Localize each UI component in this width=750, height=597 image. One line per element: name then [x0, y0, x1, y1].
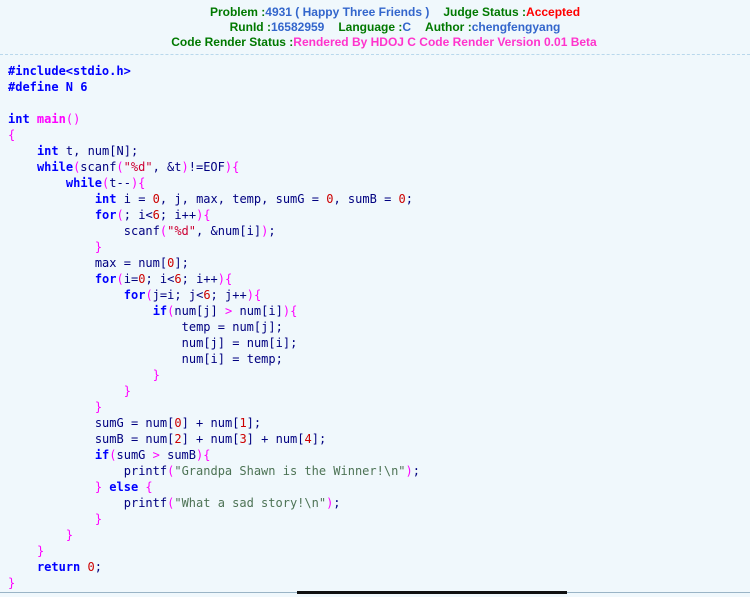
code-line: int i = 0, j, max, temp, sumG = 0, sumB …	[94, 192, 413, 206]
code-line: }	[94, 240, 103, 254]
submission-header: Problem :4931 ( Happy Three Friends ) Jud…	[0, 0, 750, 55]
judge-status-label: Judge Status :	[443, 5, 527, 19]
language-value: C	[402, 20, 412, 34]
code-line: if(num[j] > num[i]){	[152, 304, 298, 318]
code-line: int main()	[8, 112, 81, 126]
runid-value: 16582959	[270, 20, 325, 34]
code-render-status-label: Code Render Status :	[171, 35, 294, 49]
code-line: for(; i<6; i++){	[94, 208, 211, 222]
code-line: sumB = num[2] + num[3] + num[4];	[94, 432, 327, 446]
code-line: }	[8, 576, 16, 590]
code-line: printf("Grandpa Shawn is the Winner!\n")…	[123, 464, 420, 478]
code-line: sumG = num[0] + num[1];	[94, 416, 262, 430]
code-line: #define N 6	[8, 80, 88, 94]
submission-header-line-problem: Problem :4931 ( Happy Three Friends ) Jud…	[0, 5, 750, 20]
problem-label: Problem :	[209, 5, 266, 19]
code-line: return 0;	[36, 560, 102, 574]
code-line: for(i=0; i<6; i++){	[94, 272, 233, 286]
code-line: while(t--){	[65, 176, 146, 190]
submission-header-line-meta: RunId :16582959 Language :C Author :chengf…	[0, 20, 750, 35]
code-line: }	[123, 384, 131, 398]
code-line: scanf("%d", &num[i]);	[123, 224, 276, 238]
code-line: {	[8, 128, 16, 142]
code-line: int t, num[N];	[36, 144, 139, 158]
code-line: #include<stdio.h>	[8, 64, 131, 78]
runid-label: RunId :	[229, 20, 271, 34]
author-field: Author :chengfengyang	[425, 20, 560, 34]
language-label: Language :	[338, 20, 403, 34]
problem-value[interactable]: 4931 ( Happy Three Friends )	[265, 5, 429, 19]
source-code-block: #include<stdio.h> #define N 6 int main() {…	[0, 55, 750, 591]
code-line: }	[152, 368, 160, 382]
submission-header-line-render: Code Render Status :Rendered By HDOJ C C…	[0, 35, 750, 50]
author-label: Author :	[425, 20, 472, 34]
author-value[interactable]: chengfengyang	[472, 20, 561, 34]
code-line: }	[94, 400, 103, 414]
code-render-status-field: Code Render Status :Rendered By HDOJ C C…	[171, 35, 596, 49]
runid-field: RunId :16582959	[230, 20, 325, 34]
code-line: max = num[0];	[94, 256, 189, 270]
code-line: for(j=i; j<6; j++){	[123, 288, 262, 302]
horizontal-scrollbar-thumb[interactable]	[297, 591, 567, 594]
judge-status-value: Accepted	[526, 5, 581, 19]
code-line: num[j] = num[i];	[181, 336, 298, 350]
code-line: } else {	[94, 480, 153, 494]
code-line: }	[94, 512, 103, 526]
code-render-status-value: Rendered By HDOJ C Code Render Version 0…	[293, 35, 597, 49]
judge-status-field: Judge Status :Accepted	[443, 5, 580, 19]
code-line: if(sumG > sumB){	[94, 448, 211, 462]
problem-field: Problem :4931 ( Happy Three Friends )	[210, 5, 429, 19]
code-line: }	[65, 528, 74, 542]
code-line: temp = num[j];	[181, 320, 283, 334]
code-line: num[i] = temp;	[181, 352, 283, 366]
code-line: while(scanf("%d", &t)!=EOF){	[36, 160, 240, 174]
code-line: }	[36, 544, 45, 558]
code-line: printf("What a sad story!\n");	[123, 496, 341, 510]
language-field: Language :C	[338, 20, 411, 34]
